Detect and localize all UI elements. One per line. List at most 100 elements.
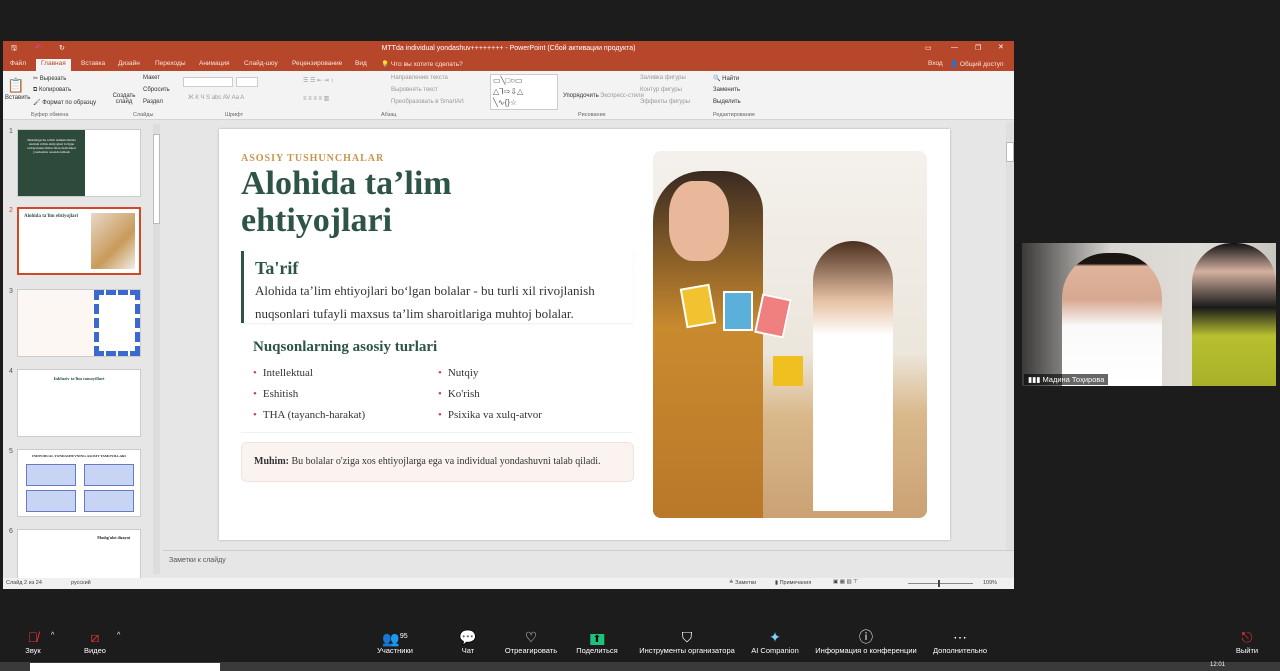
smartart-button[interactable]: Преобразовать в SmartArt xyxy=(391,99,464,105)
thumb-number: 4 xyxy=(9,368,13,375)
find-button[interactable]: 🔍 Найти xyxy=(713,75,739,82)
share-button[interactable]: 👤 Общий доступ xyxy=(950,60,1004,68)
layout-button[interactable]: Макет xyxy=(143,75,160,81)
signin-link[interactable]: Вход xyxy=(928,60,943,67)
definition-line: Alohida ta’lim ehtiyojlari bo‘lgan bolal… xyxy=(255,283,595,298)
info-icon: ⓘ xyxy=(859,629,873,645)
types-left-list: • Intellektual • Eshitish • THA (tayanch-ha… xyxy=(253,363,365,426)
tab-design[interactable]: Дизайн xyxy=(118,60,140,67)
react-button[interactable]: ♡ Отреагировать xyxy=(505,628,557,655)
types-card: Nuqsonlarning asosiy turlari • Intellektu… xyxy=(241,333,633,433)
tab-transitions[interactable]: Переходы xyxy=(155,60,186,67)
select-button[interactable]: Выделить xyxy=(713,99,741,105)
share-arrow-icon: ⬆ xyxy=(576,628,617,646)
react-label: Отреагировать xyxy=(504,646,558,655)
taskbar-search[interactable] xyxy=(30,663,220,671)
notes-toggle[interactable]: ≙ Заметки xyxy=(729,580,756,586)
chat-button[interactable]: 💬 Чат xyxy=(459,628,476,655)
type-label: Nutqiy xyxy=(447,367,479,379)
comments-toggle[interactable]: ▮ Примечания xyxy=(775,580,811,586)
thumbnail-slide-4[interactable]: Inkluziv ta'lim tamoyillari xyxy=(17,369,141,437)
type-item: • Eshitish xyxy=(253,388,299,400)
window-title: MTTda individual yondashuv++++++++ - Pow… xyxy=(381,45,636,52)
quick-styles-button[interactable]: Экспресс-стили xyxy=(600,93,644,99)
chat-icon: 💬 xyxy=(459,629,477,645)
slide-scrollbar[interactable] xyxy=(1006,122,1014,550)
tab-slideshow[interactable]: Слайд-шоу xyxy=(244,60,278,67)
font-name-select[interactable] xyxy=(183,77,233,87)
thumb-number: 1 xyxy=(9,128,13,135)
arrange-button[interactable]: Упорядочить xyxy=(563,93,599,99)
mic-muted-icon: 🎙̸ xyxy=(27,629,39,645)
audio-options-caret[interactable]: ^ xyxy=(51,632,54,639)
thumb-number: 5 xyxy=(9,448,13,455)
notes-pane[interactable]: Заметки к слайду xyxy=(163,550,1014,578)
thumbnail-slide-5[interactable]: INDIVIDUAL YONDASHUVNING ASOSIY TAMOYILL… xyxy=(17,449,141,517)
definition-text: Alohida ta’lim ehtiyojlari bo‘lgan bolal… xyxy=(255,279,633,325)
view-buttons[interactable]: ▣ ▦ ▥ ⊤ xyxy=(833,579,858,585)
tab-animations[interactable]: Анимация xyxy=(199,60,230,67)
participant-person-2 xyxy=(1192,243,1276,386)
section-button[interactable]: Раздел xyxy=(143,99,163,105)
replace-button[interactable]: Заменить xyxy=(713,87,740,93)
thumbnail-slide-3[interactable] xyxy=(17,289,141,357)
thumb-photo xyxy=(91,213,135,269)
tab-review[interactable]: Рецензирование xyxy=(292,60,342,67)
copy-button[interactable]: ⧉ Копировать xyxy=(33,87,71,94)
tab-file[interactable]: Файл xyxy=(10,60,26,67)
tell-me-search[interactable]: 💡 Что вы хотите сделать? xyxy=(381,60,463,68)
minimize-button[interactable]: — xyxy=(951,44,958,51)
puzzle-image xyxy=(93,290,140,356)
shape-effects-button[interactable]: Эффекты фигуры xyxy=(640,99,690,105)
thumb-number: 3 xyxy=(9,288,13,295)
format-painter-button[interactable]: 🖌 Формат по образцу xyxy=(33,99,96,106)
share-screen-button[interactable]: ⬆ Поделиться xyxy=(576,628,618,655)
paste-button[interactable]: Вставить xyxy=(5,95,30,101)
video-options-caret[interactable]: ^ xyxy=(117,632,120,639)
reset-button[interactable]: Сбросить xyxy=(143,87,170,93)
type-item: • Nutqiy xyxy=(438,367,479,379)
paste-icon[interactable]: 📋 xyxy=(7,77,24,94)
tab-insert[interactable]: Вставка xyxy=(81,60,105,67)
close-button[interactable]: ✕ xyxy=(998,43,1004,51)
new-slide-button[interactable]: Создать слайд xyxy=(110,93,138,105)
zoom-slider[interactable] xyxy=(908,580,973,587)
cut-button[interactable]: ✂ Вырезать xyxy=(33,75,66,82)
type-label: THA (tayanch-harakat) xyxy=(262,409,366,421)
text-direction-button[interactable]: Направление текста xyxy=(391,75,448,81)
font-format-buttons[interactable]: Ж К Ч S abc AV Aa A xyxy=(188,95,244,101)
type-item: • Psixika va xulq-atvor xyxy=(438,409,542,421)
participants-label: Участники xyxy=(377,646,413,655)
thumbnail-slide-2[interactable]: Alohida ta'lim ehtiyojlari xyxy=(17,207,141,275)
align-text-button[interactable]: Выровнять текст xyxy=(391,87,438,93)
audio-button[interactable]: 🎙̸ Звук xyxy=(25,628,40,655)
font-size-select[interactable] xyxy=(236,77,258,87)
ribbon-display-icon[interactable]: ▭ xyxy=(925,44,932,52)
video-button[interactable]: ⧄ Видео xyxy=(84,628,106,655)
tab-home[interactable]: Главная xyxy=(36,59,71,71)
participant-video-tile[interactable]: ▮▮▮ Мадина Тоҳирова xyxy=(1022,243,1276,386)
maximize-button[interactable]: ❐ xyxy=(975,44,981,52)
host-tools-button[interactable]: ⛉ Инструменты организатора xyxy=(639,628,735,655)
shape-fill-button[interactable]: Заливка фигуры xyxy=(640,75,686,81)
shape-outline-button[interactable]: Контур фигуры xyxy=(640,87,682,93)
meeting-info-button[interactable]: ⓘ Информация о конференции xyxy=(815,628,916,655)
thumbnail-slide-6[interactable]: Mashg'ulot dizayni xyxy=(17,529,141,579)
participant-name-tag: ▮▮▮ Мадина Тоҳирова xyxy=(1024,374,1109,385)
more-icon: ⋯ xyxy=(952,629,967,645)
type-label: Psixika va xulq-atvor xyxy=(447,409,542,421)
thumbs-scrollbar[interactable] xyxy=(153,124,160,574)
slide-canvas[interactable]: ASOSIY TUSHUNCHALAR Alohida ta’lim ehtiy… xyxy=(219,129,950,540)
participants-button[interactable]: 👥95 Участники xyxy=(377,628,413,655)
tab-view[interactable]: Вид xyxy=(355,60,367,67)
more-button[interactable]: ⋯ Дополнительно xyxy=(933,628,987,655)
language-indicator[interactable]: русский xyxy=(71,580,91,586)
list-buttons[interactable]: ☰ ☰ ⇤ ⇥ ↕ xyxy=(303,77,333,84)
thumbnail-slide-1[interactable]: Maktabgacha ta'lim tashkilotlarida alohi… xyxy=(17,129,141,197)
align-buttons[interactable]: ≡ ≡ ≡ ≡ ▥ xyxy=(303,95,329,102)
note-text: Bu bolalar o'ziga xos ehtiyojlarga ega v… xyxy=(291,456,601,467)
leave-button[interactable]: ⎋ Выйти xyxy=(1236,628,1258,655)
ai-companion-button[interactable]: ✦ AI Companion xyxy=(751,628,799,655)
shapes-gallery[interactable]: ▭╲□○▭ △⅂⇨⇩△ ╲∿{}☆ xyxy=(490,74,558,110)
zoom-level[interactable]: 109% xyxy=(983,580,997,586)
